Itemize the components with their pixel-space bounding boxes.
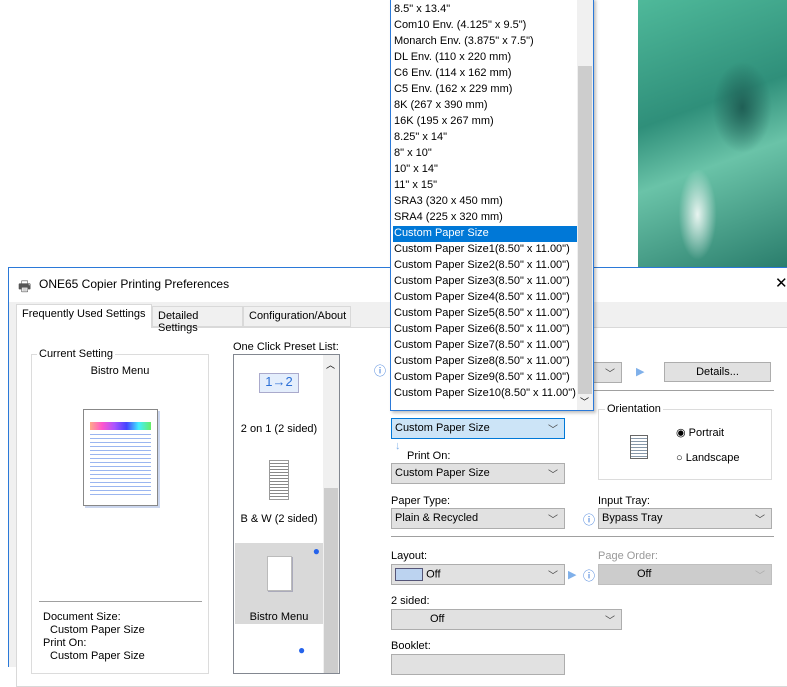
orientation-group: Orientation ◉ Portrait ○ Landscape bbox=[598, 403, 772, 480]
current-setting-title: Current Setting bbox=[37, 348, 115, 360]
paper-size-option[interactable]: 8" x 10" bbox=[393, 146, 577, 162]
paper-size-option[interactable]: Custom Paper Size6(8.50" x 11.00") bbox=[393, 322, 577, 338]
preset-label: B & W (2 sided) bbox=[240, 513, 318, 525]
paper-size-option[interactable]: SRA4 (225 x 320 mm) bbox=[393, 210, 577, 226]
preset-label: 2 on 1 (2 sided) bbox=[240, 423, 318, 435]
scroll-down-icon[interactable]: ﹀ bbox=[580, 395, 589, 408]
paper-size-option[interactable]: C6 Env. (114 x 162 mm) bbox=[393, 66, 577, 82]
paper-size-option[interactable]: Com10 Env. (4.125" x 9.5") bbox=[393, 18, 577, 34]
tab-configuration-about[interactable]: Configuration/About bbox=[243, 306, 351, 327]
paper-size-option[interactable]: Custom Paper Size5(8.50" x 11.00") bbox=[393, 306, 577, 322]
paper-size-dropdown-list[interactable]: 8.5" x 13"8.5" x 13.4"Com10 Env. (4.125"… bbox=[390, 0, 594, 411]
two-sided-label: 2 sided: bbox=[391, 595, 430, 607]
dialog-title: ONE65 Copier Printing Preferences bbox=[39, 277, 230, 291]
scroll-up-icon[interactable]: ︿ bbox=[326, 358, 335, 371]
paper-size-option[interactable]: SRA3 (320 x 450 mm) bbox=[393, 194, 577, 210]
page-order-dropdown: Off ﹀ bbox=[598, 564, 772, 585]
portrait-radio[interactable]: ◉ Portrait bbox=[676, 426, 724, 439]
paper-size-option[interactable]: Custom Paper Size10(8.50" x 11.00") bbox=[393, 386, 577, 402]
paper-size-option[interactable]: Monarch Env. (3.875" x 7.5") bbox=[393, 34, 577, 50]
layout-dropdown[interactable]: Off ﹀ bbox=[391, 564, 565, 585]
portrait-page-icon bbox=[630, 435, 648, 459]
page-order-label: Page Order: bbox=[598, 550, 658, 562]
input-tray-label: Input Tray: bbox=[598, 495, 650, 507]
print-on-dropdown[interactable]: Custom Paper Size ﹀ bbox=[391, 463, 565, 484]
scrollbar-thumb[interactable] bbox=[578, 66, 592, 394]
paper-size-option[interactable]: Custom Paper Size1(8.50" x 11.00") bbox=[393, 242, 577, 258]
preset-bw[interactable]: B & W (2 sided) bbox=[235, 460, 323, 525]
tab-frequently-used[interactable]: Frequently Used Settings bbox=[16, 304, 152, 328]
booklet-label: Booklet: bbox=[391, 640, 431, 652]
info-icon[interactable]: ⓘ bbox=[374, 362, 386, 379]
bw-document-icon bbox=[269, 460, 289, 500]
arrow-right-icon: ▶ bbox=[636, 366, 645, 378]
preset-list[interactable]: 1→2 2 on 1 (2 sided) B & W (2 sided) ● B… bbox=[233, 354, 340, 674]
info-icon[interactable]: ⓘ bbox=[583, 567, 595, 584]
preset-2on1[interactable]: 1→2 2 on 1 (2 sided) bbox=[235, 373, 323, 435]
paper-size-option[interactable]: Custom Paper Size3(8.50" x 11.00") bbox=[393, 274, 577, 290]
user-icon: ● bbox=[312, 544, 320, 558]
paper-size-option[interactable]: 8.5" x 13.4" bbox=[393, 2, 577, 18]
two-sided-dropdown[interactable]: Off ﹀ bbox=[391, 609, 622, 630]
close-button[interactable]: ✕ bbox=[775, 274, 787, 292]
arrow-right-icon: ▶ bbox=[568, 569, 577, 581]
paper-size-option[interactable]: Custom Paper Size4(8.50" x 11.00") bbox=[393, 290, 577, 306]
paper-size-option[interactable]: DL Env. (110 x 220 mm) bbox=[393, 50, 577, 66]
document-size-value: Custom Paper Size bbox=[50, 624, 145, 636]
background-satellite-image bbox=[638, 0, 787, 268]
paper-size-option[interactable]: 10" x 14" bbox=[393, 162, 577, 178]
layout-label: Layout: bbox=[391, 550, 428, 562]
2on1-icon: 1→2 bbox=[259, 373, 299, 393]
preset-bistro-menu[interactable]: ● Bistro Menu bbox=[235, 543, 323, 624]
paper-size-option[interactable]: C5 Env. (162 x 229 mm) bbox=[393, 82, 577, 98]
paper-size-option[interactable]: Custom Paper Size7(8.50" x 11.00") bbox=[393, 338, 577, 354]
document-size-label: Document Size: bbox=[43, 611, 121, 623]
tab-detailed-settings[interactable]: Detailed Settings bbox=[152, 306, 243, 334]
current-setting-name: Bistro Menu bbox=[90, 365, 150, 377]
user-icon: ● bbox=[298, 643, 306, 657]
layout-icon bbox=[395, 568, 423, 581]
page-preview bbox=[83, 409, 158, 506]
list-scrollbar[interactable]: ﹀ bbox=[577, 0, 593, 410]
orientation-title: Orientation bbox=[605, 403, 663, 415]
paper-size-option[interactable]: Custom Paper Size2(8.50" x 11.00") bbox=[393, 258, 577, 274]
paper-size-option[interactable]: Custom Paper Size9(8.50" x 11.00") bbox=[393, 370, 577, 386]
input-tray-dropdown[interactable]: Bypass Tray ﹀ bbox=[598, 508, 772, 529]
current-setting-group: Current Setting Bistro Menu Document Siz… bbox=[31, 348, 209, 674]
paper-size-option[interactable]: 11" x 15" bbox=[393, 178, 577, 194]
scrollbar-thumb[interactable] bbox=[324, 488, 338, 673]
info-icon[interactable]: ⓘ bbox=[583, 511, 595, 528]
landscape-radio[interactable]: ○ Landscape bbox=[676, 452, 740, 464]
printer-icon: 🖶 bbox=[18, 278, 32, 294]
paper-size-option[interactable]: 16K (195 x 267 mm) bbox=[393, 114, 577, 130]
preset-label: Bistro Menu bbox=[249, 611, 309, 623]
paper-size-option[interactable]: 8K (267 x 390 mm) bbox=[393, 98, 577, 114]
paper-type-dropdown[interactable]: Plain & Recycled ﹀ bbox=[391, 508, 565, 529]
details-button[interactable]: Details... bbox=[664, 362, 771, 382]
document-size-dropdown[interactable]: Custom Paper Size ﹀ bbox=[391, 418, 565, 439]
preset-list-title: One Click Preset List: bbox=[233, 341, 339, 353]
down-arrow-icon: ↓ bbox=[395, 440, 401, 452]
paper-type-label: Paper Type: bbox=[391, 495, 451, 507]
preset-scrollbar[interactable]: ︿ bbox=[323, 355, 339, 673]
print-on-label: Print On: bbox=[407, 450, 451, 462]
paper-size-option[interactable]: 8.25" x 14" bbox=[393, 130, 577, 146]
print-on-value: Custom Paper Size bbox=[50, 650, 145, 662]
color-document-icon bbox=[266, 556, 292, 591]
paper-size-option[interactable]: Custom Paper Size bbox=[393, 226, 577, 242]
print-on-label: Print On: bbox=[43, 637, 87, 649]
paper-size-option[interactable]: Custom Paper Size8(8.50" x 11.00") bbox=[393, 354, 577, 370]
booklet-dropdown[interactable] bbox=[391, 654, 565, 675]
